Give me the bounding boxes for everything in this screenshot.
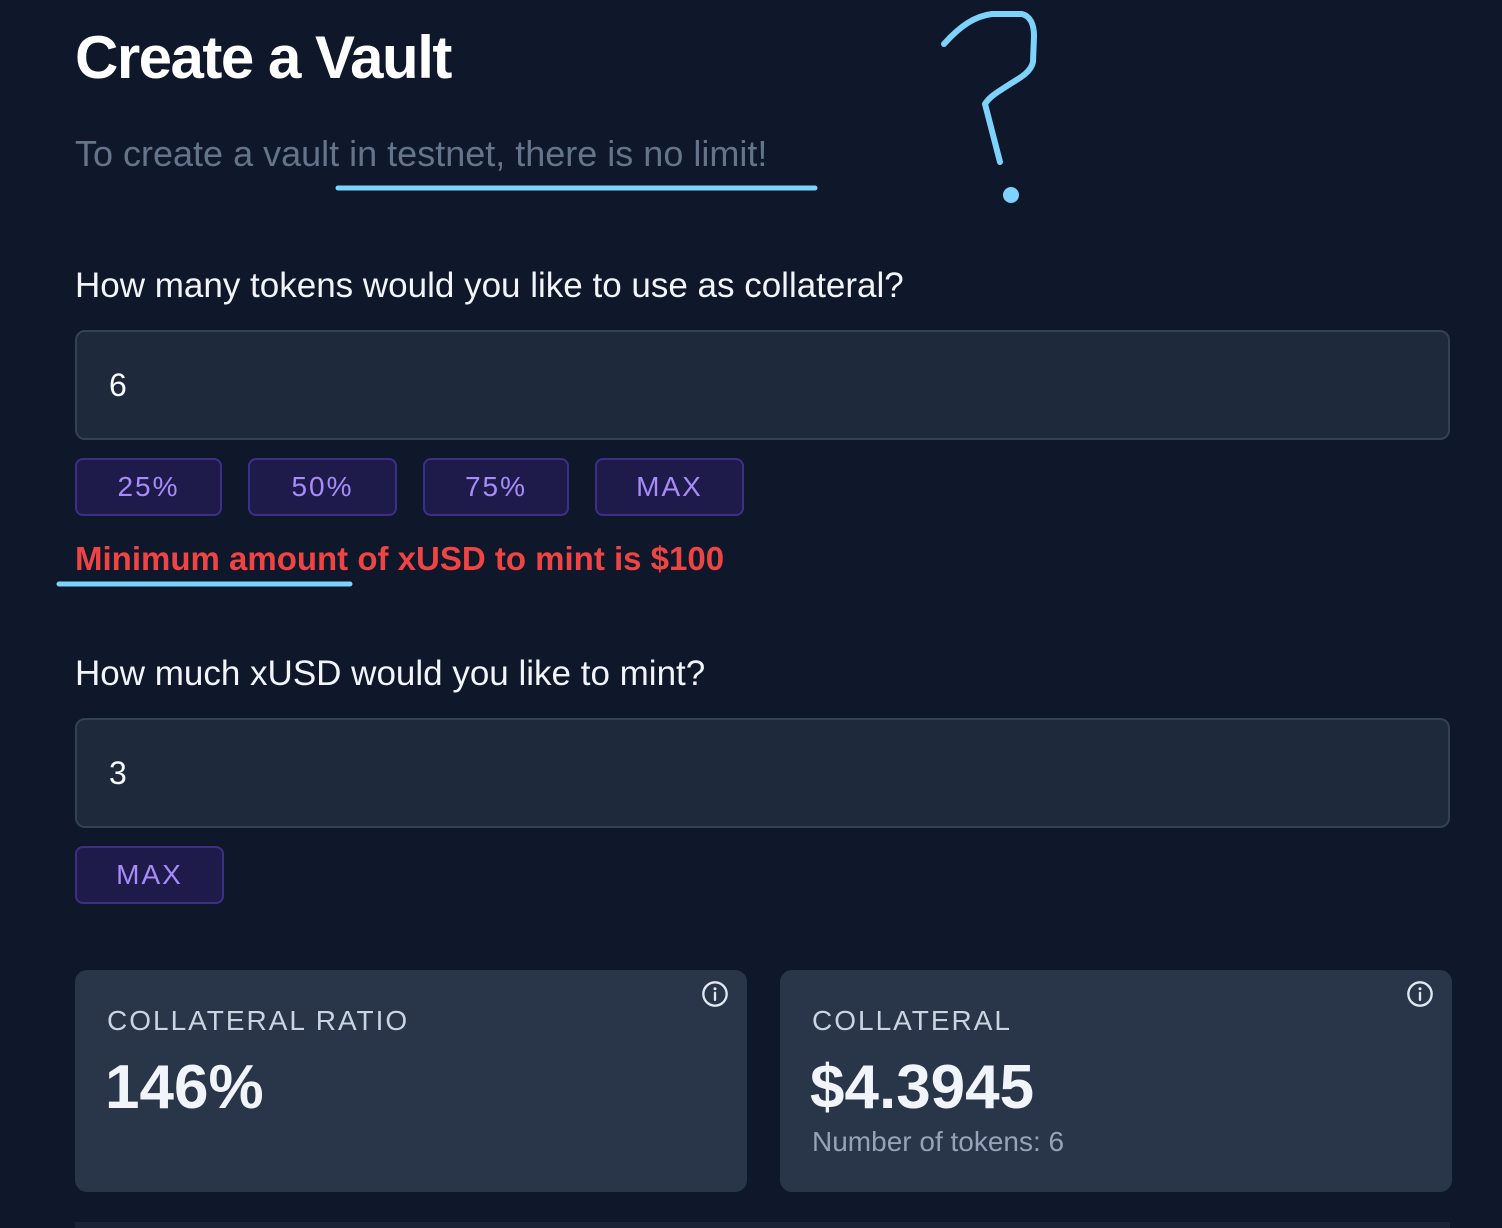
collateral-amount-input[interactable] [75, 330, 1450, 440]
collateral-25-percent-button[interactable]: 25% [75, 458, 222, 516]
mint-max-button[interactable]: MAX [75, 846, 224, 904]
collateral-50-percent-button[interactable]: 50% [248, 458, 397, 516]
number-of-tokens-text: Number of tokens: 6 [812, 1126, 1065, 1157]
mint-amount-input[interactable] [75, 718, 1450, 828]
collateral-question-label: How many tokens would you like to use as… [75, 266, 904, 305]
collateral-ratio-label: COLLATERAL RATIO [107, 1005, 410, 1036]
collateral-75-percent-button[interactable]: 75% [423, 458, 569, 516]
page-subtitle: To create a vault in testnet, there is n… [75, 133, 768, 174]
page-title: Create a Vault [75, 24, 452, 91]
annotation-question-mark [941, 11, 1037, 165]
mint-question-label: How much xUSD would you like to mint? [75, 654, 706, 693]
next-section-edge [75, 1222, 1450, 1228]
collateral-max-button[interactable]: MAX [595, 458, 744, 516]
annotation-question-dot [1003, 187, 1019, 203]
collateral-label: COLLATERAL [812, 1005, 1012, 1036]
minimum-mint-error: Minimum amount of xUSD to mint is $100 [75, 540, 725, 577]
create-vault-page: Create a Vault To create a vault in test… [0, 0, 1502, 1228]
info-icon[interactable] [1406, 980, 1434, 1008]
collateral-ratio-value: 146% [105, 1053, 264, 1122]
collateral-ratio-card: COLLATERAL RATIO 146% [75, 970, 747, 1192]
info-icon[interactable] [701, 980, 729, 1008]
collateral-card: COLLATERAL $4.3945 Number of tokens: 6 [780, 970, 1452, 1192]
collateral-value: $4.3945 [810, 1053, 1035, 1122]
